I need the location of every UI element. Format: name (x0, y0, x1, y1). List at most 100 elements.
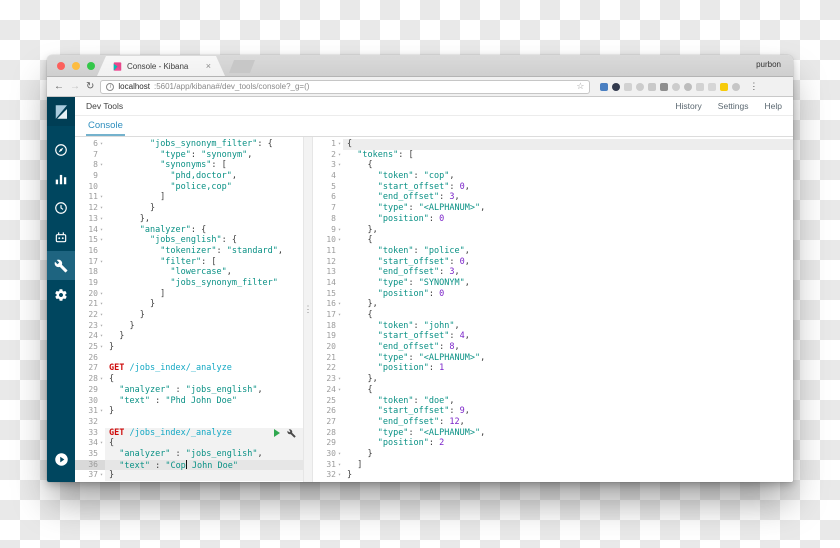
code-text[interactable]: "start_offset": 4, (343, 331, 793, 342)
fold-toggle-icon[interactable]: ▾ (98, 321, 105, 332)
line-number-gutter[interactable]: 14 ▾ (75, 225, 105, 236)
response-editor-line[interactable]: 24 ▾ { (313, 385, 793, 396)
response-editor-line[interactable]: 19 "start_offset": 4, (313, 331, 793, 342)
request-editor-line[interactable]: 7 "type": "synonym", (75, 150, 303, 161)
response-editor-line[interactable]: 21 "type": "<ALPHANUM>", (313, 353, 793, 364)
new-tab-button[interactable] (229, 60, 255, 73)
line-number-gutter[interactable]: 24 ▾ (75, 331, 105, 342)
code-text[interactable]: "phd,doctor", (105, 171, 303, 182)
code-text[interactable]: "type": "<ALPHANUM>", (343, 203, 793, 214)
request-editor-line[interactable]: 12 ▾ } (75, 203, 303, 214)
line-number-gutter[interactable]: 36 (75, 459, 105, 471)
code-text[interactable]: "token": "john", (343, 321, 793, 332)
request-editor-line[interactable]: 6 ▾ "jobs_synonym_filter": { (75, 139, 303, 150)
code-text[interactable]: { (105, 374, 303, 385)
fold-toggle-icon[interactable]: ▾ (336, 160, 343, 171)
code-text[interactable]: ] (105, 289, 303, 300)
line-number-gutter[interactable]: 22 (313, 363, 343, 374)
pane-resizer-handle[interactable]: ⋮ (303, 137, 313, 482)
line-number-gutter[interactable]: 9 ▾ (313, 225, 343, 236)
code-text[interactable]: "token": "police", (343, 246, 793, 257)
code-text[interactable]: "token": "doe", (343, 396, 793, 407)
forward-icon[interactable]: → (70, 81, 80, 92)
line-number-gutter[interactable]: 6 ▾ (75, 139, 105, 150)
request-editor-line[interactable]: 9 "phd,doctor", (75, 171, 303, 182)
fold-toggle-icon[interactable]: ▾ (336, 460, 343, 471)
line-number-gutter[interactable]: 12 (313, 257, 343, 268)
bookmark-star-icon[interactable]: ☆ (576, 82, 584, 91)
response-editor-line[interactable]: 3 ▾ { (313, 160, 793, 171)
address-bar[interactable]: i localhost:5601/app/kibana#/dev_tools/c… (100, 79, 591, 94)
code-text[interactable]: "analyzer" : "jobs_english", (105, 385, 303, 396)
browser-menu-icon[interactable]: ⋮ (749, 81, 758, 92)
request-editor-line[interactable]: 36 "text" : "Cop John Doe" (75, 459, 303, 471)
sidebar-collapse-button[interactable] (47, 445, 75, 474)
code-text[interactable]: { (105, 438, 303, 449)
extension-icon[interactable] (684, 82, 693, 91)
request-editor-line[interactable]: 10 "police,cop" (75, 182, 303, 193)
browser-tab[interactable]: Console - Kibana × (97, 56, 225, 76)
request-editor-line[interactable]: 22 ▾ } (75, 310, 303, 321)
code-text[interactable]: } (105, 321, 303, 332)
code-text[interactable]: "tokenizer": "standard", (105, 246, 303, 257)
code-text[interactable]: "end_offset": 3, (343, 267, 793, 278)
fold-toggle-icon[interactable]: ▾ (98, 374, 105, 385)
code-text[interactable]: "position": 0 (343, 214, 793, 225)
fold-toggle-icon[interactable]: ▾ (98, 192, 105, 203)
response-editor-line[interactable]: 31 ▾ ] (313, 460, 793, 471)
code-text[interactable]: }, (343, 299, 793, 310)
code-text[interactable]: "type": "SYNONYM", (343, 278, 793, 289)
response-editor-line[interactable]: 16 ▾ }, (313, 299, 793, 310)
line-number-gutter[interactable]: 31 ▾ (313, 460, 343, 471)
line-number-gutter[interactable]: 10 ▾ (313, 235, 343, 246)
line-number-gutter[interactable]: 26 (75, 353, 105, 364)
code-text[interactable]: "type": "<ALPHANUM>", (343, 353, 793, 364)
response-editor-line[interactable]: 30 ▾ } (313, 449, 793, 460)
code-text[interactable]: } (105, 310, 303, 321)
fold-toggle-icon[interactable]: ▾ (336, 449, 343, 460)
code-text[interactable]: { (343, 160, 793, 171)
code-text[interactable]: } (105, 299, 303, 310)
code-text[interactable]: }, (343, 374, 793, 385)
request-editor-line[interactable]: 23 ▾ } (75, 321, 303, 332)
code-text[interactable]: "police,cop" (105, 182, 303, 193)
response-editor-line[interactable]: 11 "token": "police", (313, 246, 793, 257)
line-number-gutter[interactable]: 15 ▾ (75, 235, 105, 246)
fold-toggle-icon[interactable]: ▾ (98, 299, 105, 310)
fold-toggle-icon[interactable]: ▾ (98, 331, 105, 342)
sidebar-item-timelion[interactable] (47, 222, 75, 251)
sidebar-item-dashboard[interactable] (47, 193, 75, 222)
fold-toggle-icon[interactable]: ▾ (336, 470, 343, 481)
line-number-gutter[interactable]: 30 (75, 396, 105, 407)
line-number-gutter[interactable]: 28 (313, 428, 343, 439)
request-editor-line[interactable]: 25 ▾} (75, 342, 303, 353)
extension-icon[interactable] (624, 82, 633, 91)
request-editor-line[interactable]: 13 ▾ }, (75, 214, 303, 225)
line-number-gutter[interactable]: 32 (75, 417, 105, 428)
response-editor-line[interactable]: 5 "start_offset": 0, (313, 182, 793, 193)
line-number-gutter[interactable]: 26 (313, 406, 343, 417)
header-link-history[interactable]: History (675, 101, 701, 111)
line-number-gutter[interactable]: 16 (75, 246, 105, 257)
code-text[interactable]: } (105, 406, 303, 417)
line-number-gutter[interactable]: 37 ▾ (75, 470, 105, 481)
line-number-gutter[interactable]: 23 ▾ (313, 374, 343, 385)
response-editor-line[interactable]: 4 "token": "cop", (313, 171, 793, 182)
code-text[interactable]: "end_offset": 3, (343, 192, 793, 203)
fold-toggle-icon[interactable]: ▾ (336, 385, 343, 396)
fold-toggle-icon[interactable]: ▾ (98, 214, 105, 225)
fold-toggle-icon[interactable]: ▾ (98, 235, 105, 246)
response-editor-line[interactable]: 17 ▾ { (313, 310, 793, 321)
request-editor-line[interactable]: 32 (75, 417, 303, 428)
code-text[interactable]: }, (343, 225, 793, 236)
fold-toggle-icon[interactable]: ▾ (336, 139, 343, 150)
fold-toggle-icon[interactable]: ▾ (98, 203, 105, 214)
fold-toggle-icon[interactable]: ▾ (98, 139, 105, 150)
request-editor-line[interactable]: 26 (75, 353, 303, 364)
code-text[interactable]: } (105, 331, 303, 342)
request-editor-line[interactable]: 37 ▾} (75, 470, 303, 481)
request-editor-line[interactable]: 14 ▾ "analyzer": { (75, 225, 303, 236)
line-number-gutter[interactable]: 7 (75, 150, 105, 161)
line-number-gutter[interactable]: 5 (313, 182, 343, 193)
response-editor-line[interactable]: 7 "type": "<ALPHANUM>", (313, 203, 793, 214)
